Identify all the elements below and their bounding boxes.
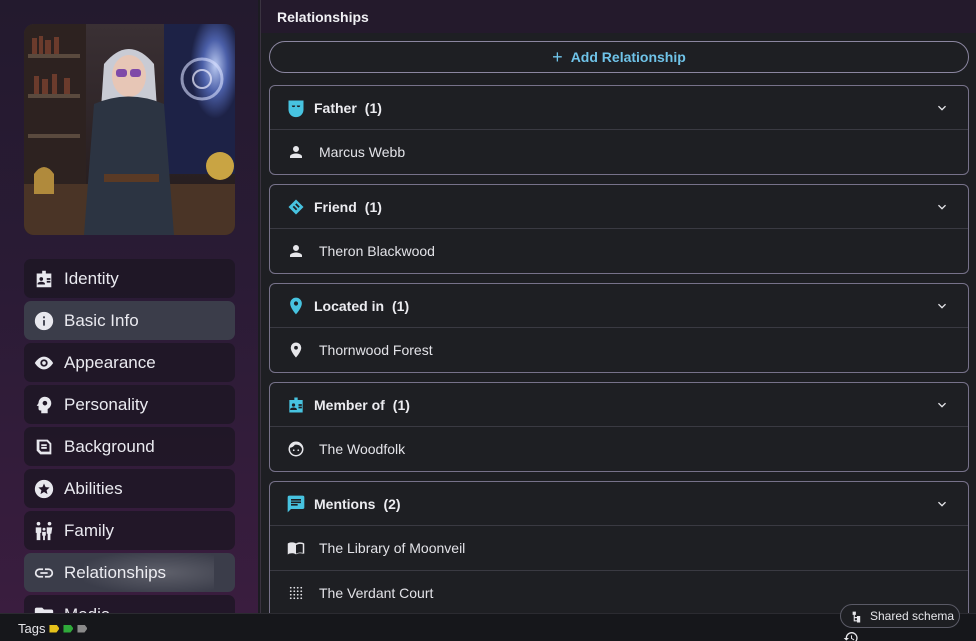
list-item[interactable]: Theron Blackwood	[270, 229, 968, 273]
app-window: Identity Basic Info Appearance Personali…	[0, 0, 976, 641]
mask-icon	[286, 98, 306, 118]
face-icon	[287, 440, 305, 458]
nav-item-identity[interactable]: Identity	[24, 259, 235, 298]
nav-item-label: Identity	[64, 268, 119, 288]
nav-item-label: Media	[64, 605, 110, 614]
list-item[interactable]: Thornwood Forest	[270, 328, 968, 372]
scroll-icon	[33, 436, 55, 458]
history-icon[interactable]	[843, 630, 859, 641]
relationship-group-member-of: Member of (1) The Woodfolk	[269, 382, 969, 472]
badge-icon	[286, 395, 306, 415]
list-item-label: Theron Blackwood	[319, 243, 435, 259]
list-item-label: Thornwood Forest	[319, 342, 433, 358]
nav-item-relationships[interactable]: Relationships	[24, 553, 235, 592]
person-icon	[287, 242, 305, 260]
star-icon	[33, 478, 55, 500]
panel-title: Relationships	[261, 0, 976, 33]
nav-item-label: Appearance	[64, 352, 156, 372]
add-relationship-label: Add Relationship	[570, 49, 686, 65]
status-bar: Tags Shared schema	[0, 604, 976, 641]
group-header[interactable]: Located in (1)	[270, 284, 968, 328]
relationship-group-mentions: Mentions (2) The Library of Moonveil The…	[269, 481, 969, 613]
relationships-panel: Relationships + Add Relationship Father …	[260, 0, 976, 613]
tags-area[interactable]: Tags	[18, 621, 88, 636]
location-pin-icon	[286, 296, 306, 316]
group-count: (1)	[392, 297, 410, 314]
group-label: Friend	[314, 198, 357, 215]
handshake-icon	[286, 197, 306, 217]
chevron-down-icon[interactable]	[934, 496, 950, 512]
tag-chip-green[interactable]	[63, 624, 74, 633]
list-item-label: The Library of Moonveil	[319, 540, 466, 556]
head-gear-icon	[33, 394, 55, 416]
id-card-icon	[33, 268, 55, 290]
folder-icon	[33, 604, 55, 613]
book-icon	[287, 539, 305, 557]
section-nav: Identity Basic Info Appearance Personali…	[24, 259, 235, 613]
nav-item-label: Basic Info	[64, 310, 139, 330]
group-header[interactable]: Friend (1)	[270, 185, 968, 229]
list-item-label: Marcus Webb	[319, 144, 406, 160]
add-relationship-button[interactable]: + Add Relationship	[269, 41, 969, 73]
chevron-down-icon[interactable]	[934, 100, 950, 116]
tags-label: Tags	[18, 621, 46, 636]
chevron-down-icon[interactable]	[934, 397, 950, 413]
group-header[interactable]: Father (1)	[270, 86, 968, 130]
info-icon	[33, 310, 55, 332]
family-icon	[33, 520, 55, 542]
tag-chip-yellow[interactable]	[49, 624, 60, 633]
chevron-down-icon[interactable]	[934, 298, 950, 314]
comment-icon	[286, 494, 306, 514]
nav-item-abilities[interactable]: Abilities	[24, 469, 235, 508]
relationship-group-friend: Friend (1) Theron Blackwood	[269, 184, 969, 274]
nav-item-label: Background	[64, 436, 155, 456]
link-icon	[33, 562, 55, 584]
list-item[interactable]: The Woodfolk	[270, 427, 968, 471]
group-count: (2)	[383, 495, 401, 512]
nav-item-background[interactable]: Background	[24, 427, 235, 466]
group-count: (1)	[364, 99, 382, 116]
nav-item-family[interactable]: Family	[24, 511, 235, 550]
nav-item-label: Personality	[64, 394, 149, 414]
list-item[interactable]: Marcus Webb	[270, 130, 968, 174]
nav-item-basic-info[interactable]: Basic Info	[24, 301, 235, 340]
group-header[interactable]: Member of (1)	[270, 383, 968, 427]
plus-icon: +	[552, 47, 563, 67]
character-portrait[interactable]	[24, 24, 235, 235]
nav-item-appearance[interactable]: Appearance	[24, 343, 235, 382]
nav-item-label: Abilities	[64, 478, 123, 498]
tag-chip-gray[interactable]	[77, 624, 88, 633]
relationship-group-located-in: Located in (1) Thornwood Forest	[269, 283, 969, 373]
group-label: Member of	[314, 396, 385, 413]
nav-item-media[interactable]: Media	[24, 595, 235, 613]
list-item-label: The Woodfolk	[319, 441, 406, 457]
nav-item-label: Family	[64, 520, 115, 540]
nav-item-personality[interactable]: Personality	[24, 385, 235, 424]
group-label: Located in	[314, 297, 385, 314]
location-pin-icon	[287, 341, 305, 359]
group-label: Mentions	[314, 495, 376, 512]
group-header[interactable]: Mentions (2)	[270, 482, 968, 526]
shared-schema-label: Shared schema	[870, 609, 955, 623]
relationship-group-father: Father (1) Marcus Webb	[269, 85, 969, 175]
list-item[interactable]: The Library of Moonveil	[270, 526, 968, 570]
person-icon	[287, 143, 305, 161]
chevron-down-icon[interactable]	[934, 199, 950, 215]
eye-icon	[33, 352, 55, 374]
shared-schema-button[interactable]: Shared schema	[840, 604, 960, 628]
list-item-label: The Verdant Court	[319, 584, 434, 601]
grid-icon	[287, 584, 305, 602]
schema-tree-icon	[852, 611, 861, 622]
group-count: (1)	[392, 396, 410, 413]
sidebar: Identity Basic Info Appearance Personali…	[0, 0, 258, 613]
group-label: Father	[314, 99, 357, 116]
portrait-image	[24, 24, 235, 235]
group-count: (1)	[364, 198, 382, 215]
nav-item-label: Relationships	[64, 562, 167, 582]
